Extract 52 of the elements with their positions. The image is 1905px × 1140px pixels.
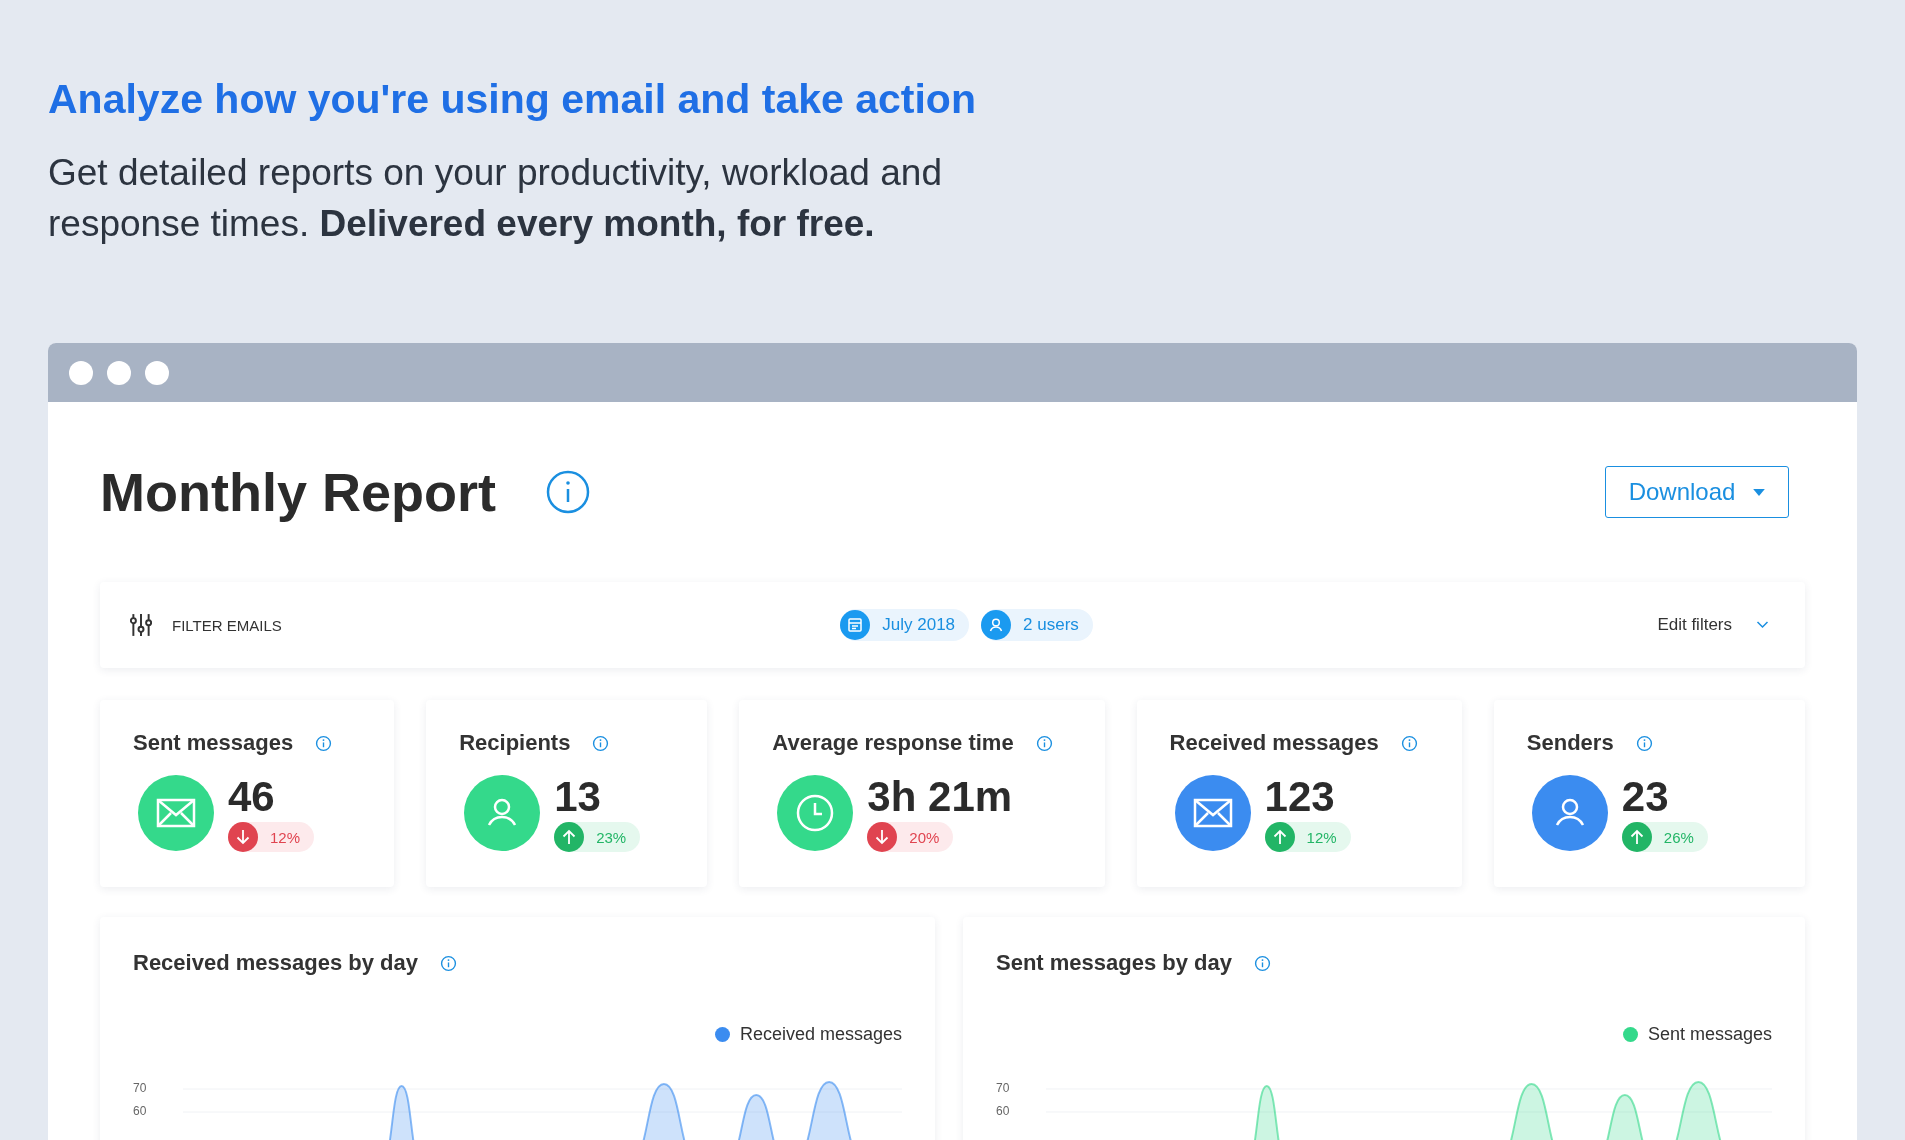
info-icon[interactable] <box>592 734 610 752</box>
axis-tick-label: 60 <box>133 1104 148 1120</box>
legend-label: Sent messages <box>1647 1024 1772 1045</box>
arrow-up-icon <box>1264 822 1295 852</box>
change-percent: 23% <box>596 828 627 846</box>
filter-label: FILTER EMAILS <box>172 616 282 634</box>
arrow-up-icon <box>554 822 585 852</box>
calendar-icon <box>840 610 871 640</box>
info-icon[interactable] <box>1400 734 1418 752</box>
chart-title: Sent messages by day <box>996 950 1232 976</box>
stat-title: Recipients <box>459 730 571 756</box>
axis-tick-label: 70 <box>133 1081 148 1097</box>
info-icon[interactable] <box>1254 954 1271 972</box>
info-icon[interactable] <box>1035 734 1053 752</box>
sliders-icon[interactable] <box>130 613 152 637</box>
window-dot-icon <box>107 360 131 385</box>
change-percent: 26% <box>1663 828 1694 846</box>
report-title: Monthly Report <box>100 461 496 523</box>
axis-tick-label: 60 <box>996 1104 1011 1120</box>
headline: Analyze how you're using email and take action <box>48 75 977 124</box>
info-icon[interactable] <box>1635 734 1653 752</box>
info-icon[interactable] <box>439 954 457 972</box>
intro-text: Get detailed reports on your productivity, workload and response times. Delivered every month, for free. <box>48 151 943 246</box>
change-percent: 20% <box>909 828 940 846</box>
stat-title: Received messages <box>1169 730 1379 756</box>
change-percent: 12% <box>1306 828 1337 846</box>
chart-title: Received messages by day <box>133 950 418 976</box>
stat-value: 3h 21m <box>867 774 1013 820</box>
stat-value: 123 <box>1264 774 1336 820</box>
arrow-up-icon <box>1621 822 1652 852</box>
caret-icon <box>1753 488 1766 496</box>
arrow-down-icon <box>228 822 258 852</box>
info-icon[interactable] <box>315 734 333 752</box>
stat-value: 46 <box>228 774 276 820</box>
user-icon <box>981 610 1012 640</box>
info-icon[interactable] <box>545 470 590 514</box>
stat-title: Sent messages <box>133 730 294 756</box>
stat-title: Senders <box>1526 730 1614 756</box>
axis-tick-label: 70 <box>996 1081 1011 1097</box>
edit-filters-button[interactable]: Edit filters <box>1651 614 1775 636</box>
window-dot-icon <box>145 360 169 385</box>
filter-chip[interactable]: July 2018 <box>840 609 970 641</box>
legend-label: Received messages <box>739 1024 902 1045</box>
arrow-down-icon <box>867 822 898 852</box>
window-dot-icon <box>69 360 93 385</box>
change-percent: 12% <box>270 828 301 846</box>
filter-chip[interactable]: 2 users <box>981 609 1093 641</box>
download-button[interactable]: Download <box>1605 466 1789 518</box>
stat-value: 13 <box>554 774 602 820</box>
stat-title: Average response time <box>772 730 1014 756</box>
chevron-down-icon <box>1756 621 1769 629</box>
stat-value: 23 <box>1621 774 1670 820</box>
